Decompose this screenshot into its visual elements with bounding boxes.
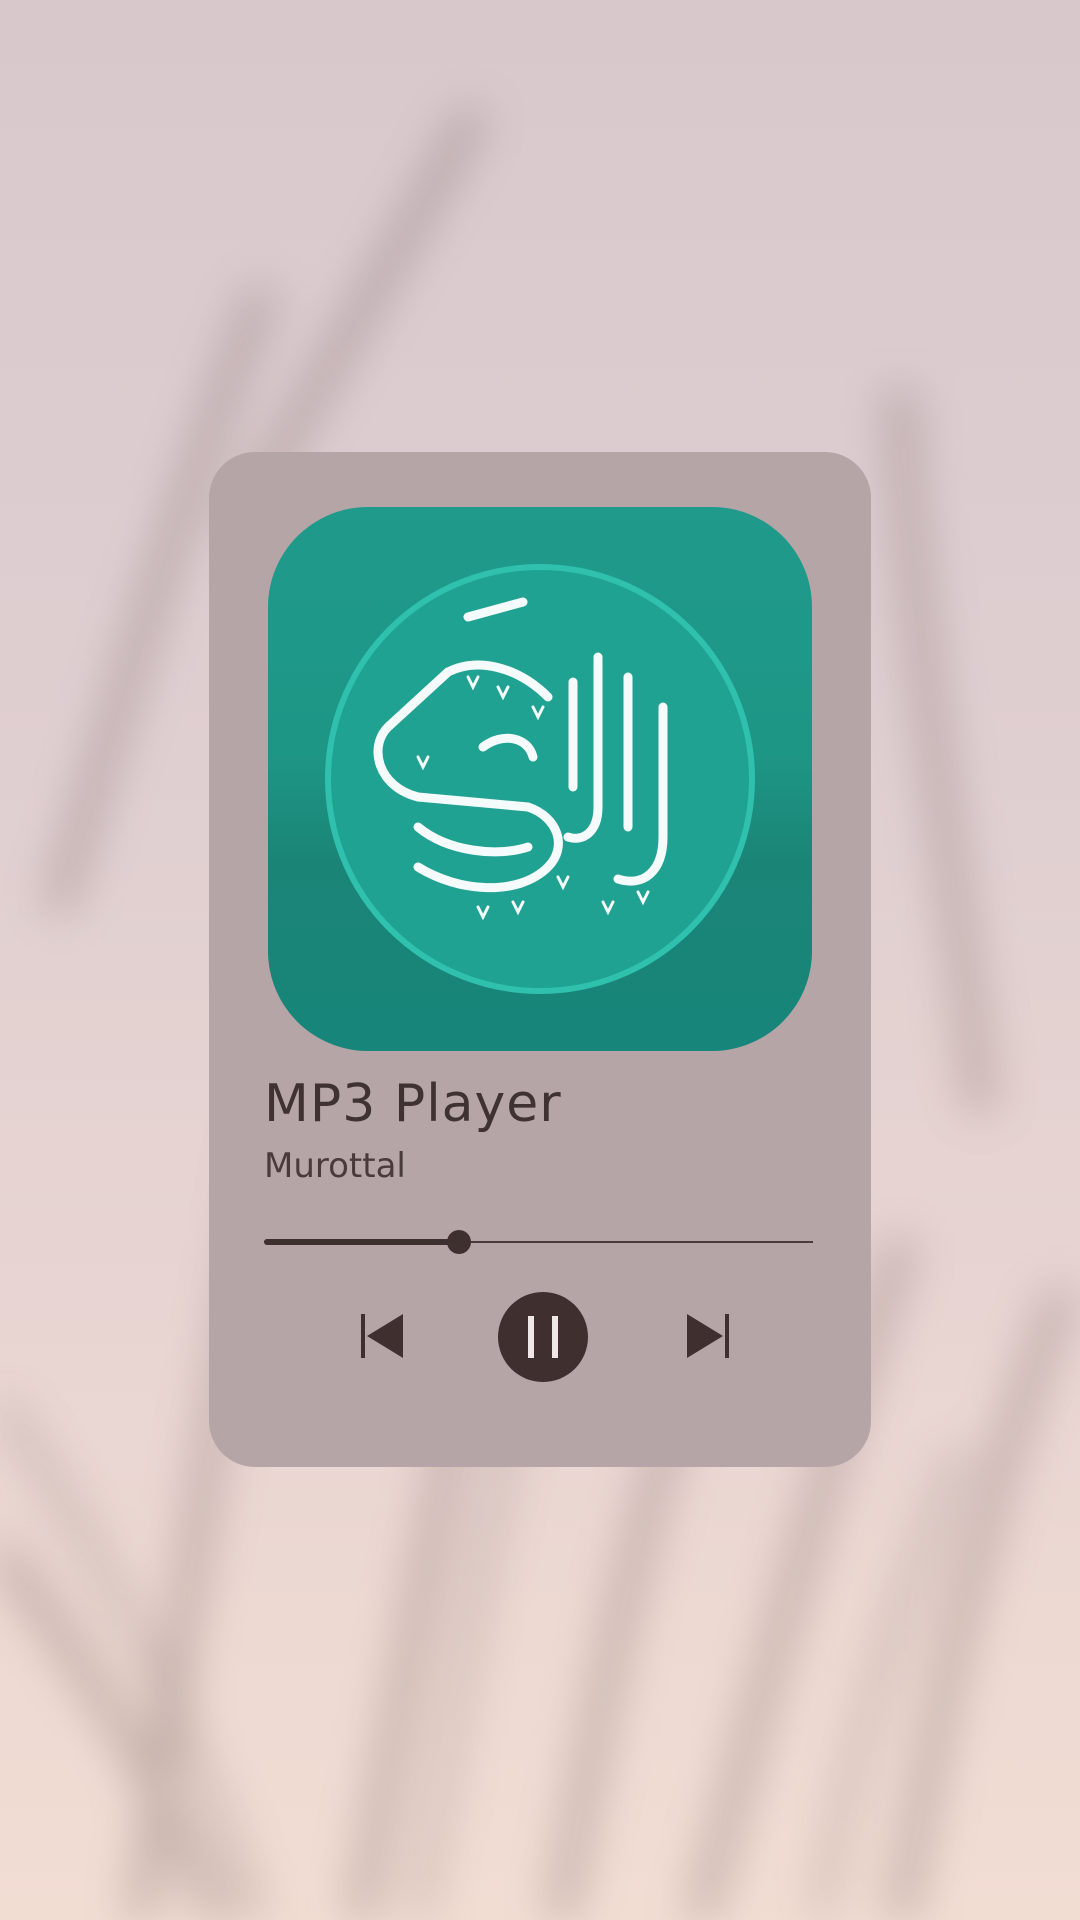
track-title: MP3 Player <box>264 1074 562 1134</box>
skip-next-icon <box>687 1314 729 1358</box>
media-player-widget[interactable]: MP3 Player Murottal <box>209 452 871 1467</box>
next-button[interactable] <box>681 1310 731 1362</box>
track-subtitle: Murottal <box>264 1146 406 1186</box>
skip-previous-icon <box>361 1314 403 1358</box>
seek-progress <box>264 1239 459 1245</box>
seek-thumb[interactable] <box>446 1230 471 1254</box>
home-screen: MP3 Player Murottal <box>0 0 1080 1920</box>
previous-button[interactable] <box>359 1310 409 1362</box>
album-art <box>268 507 812 1051</box>
quran-calligraphy-icon <box>325 564 755 994</box>
pause-button[interactable] <box>498 1292 588 1382</box>
seek-bar[interactable] <box>264 1227 813 1257</box>
pause-icon <box>528 1316 558 1358</box>
